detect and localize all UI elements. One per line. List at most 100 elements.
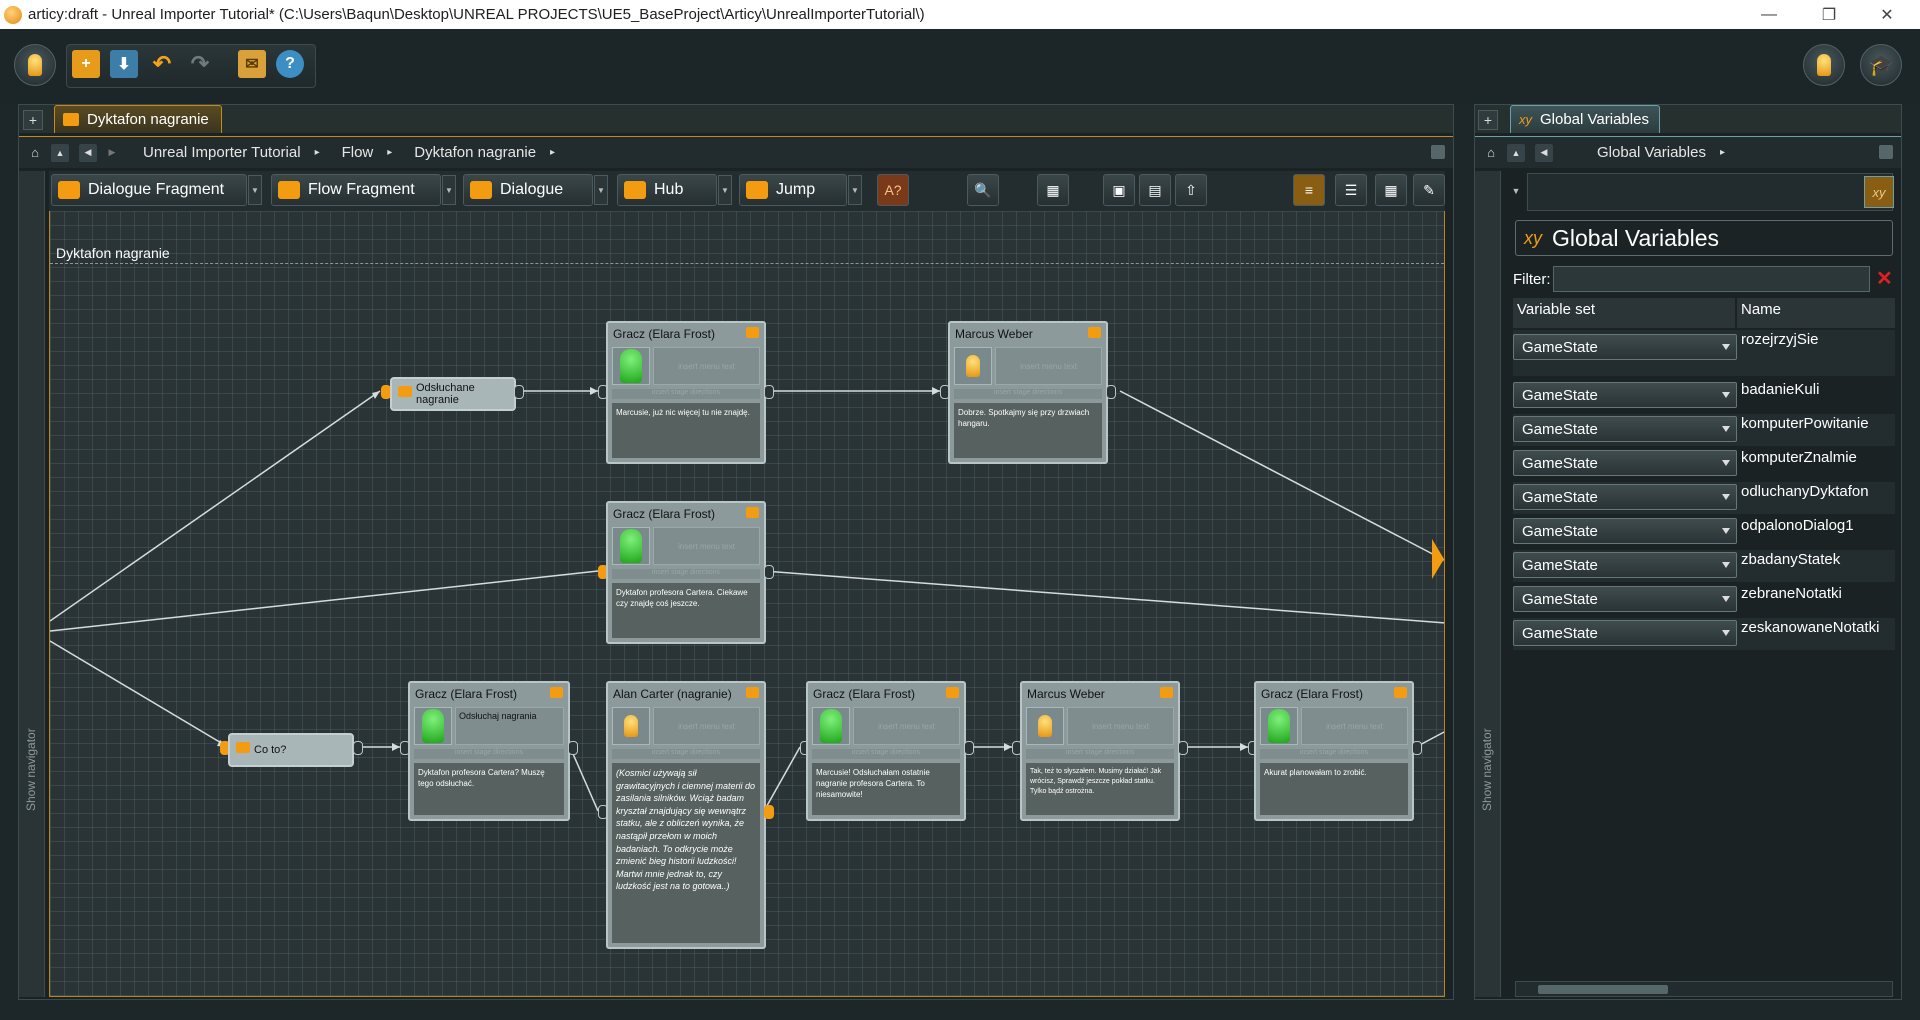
chevron-down-icon[interactable]: ▼ xyxy=(848,175,862,205)
output-pin[interactable] xyxy=(568,741,578,755)
output-pin[interactable] xyxy=(1106,385,1116,399)
user-menu-button[interactable] xyxy=(14,44,56,86)
add-image-icon[interactable]: ▣ xyxy=(1103,174,1135,206)
add-tab-button[interactable]: + xyxy=(1478,110,1498,130)
jump-tool[interactable]: Jump ▼ xyxy=(739,174,862,206)
layout-icon[interactable]: ≡ xyxy=(1293,174,1325,206)
stage-directions[interactable]: insert stage directions xyxy=(612,569,760,579)
chevron-down-icon[interactable]: ▼ xyxy=(248,175,262,205)
column-header-name[interactable]: Name xyxy=(1737,298,1895,328)
account-button[interactable] xyxy=(1803,44,1845,86)
upload-icon[interactable]: ⇧ xyxy=(1175,174,1207,206)
variable-row[interactable]: GameState badanieKuli xyxy=(1513,380,1895,412)
stage-directions[interactable]: insert stage directions xyxy=(612,389,760,399)
variable-name[interactable]: komputerPowitanie xyxy=(1741,415,1869,432)
right-navigator[interactable]: Show navigator xyxy=(1475,171,1501,997)
close-button[interactable]: ✕ xyxy=(1864,0,1910,29)
flow-fragment-tool[interactable]: Flow Fragment ▼ xyxy=(271,174,456,206)
horizontal-scrollbar[interactable] xyxy=(1515,981,1893,997)
dialogue-fragment-tool[interactable]: Dialogue Fragment ▼ xyxy=(51,174,262,206)
fit-to-screen-icon[interactable]: ▦ xyxy=(1037,174,1069,206)
list-view-icon[interactable]: ☰ xyxy=(1335,174,1367,206)
up-button[interactable]: ▲ xyxy=(1507,143,1525,162)
chevron-down-icon[interactable]: ▼ xyxy=(442,175,456,205)
breadcrumb-separator[interactable]: ▸ xyxy=(550,147,555,158)
variable-row[interactable]: GameState komputerZnalmie xyxy=(1513,448,1895,480)
breadcrumb-item[interactable]: Global Variables xyxy=(1597,144,1706,161)
breadcrumb-separator[interactable]: ▸ xyxy=(315,147,320,158)
output-pin[interactable] xyxy=(1412,741,1422,755)
rss-icon[interactable] xyxy=(1879,145,1893,159)
variable-set-select[interactable]: GameState xyxy=(1513,552,1737,578)
variable-row[interactable]: GameState zbadanyStatek xyxy=(1513,550,1895,582)
dialogue-text[interactable]: Tak, też to słyszałem. Musimy działać! J… xyxy=(1026,763,1174,815)
stage-directions[interactable]: insert stage directions xyxy=(812,749,960,759)
forward-button[interactable]: ▶ xyxy=(103,144,121,162)
dialogue-fragment-node[interactable]: Gracz (Elara Frost) insert menu text ins… xyxy=(606,501,766,644)
filter-input[interactable] xyxy=(1553,266,1870,292)
stage-directions[interactable]: insert stage directions xyxy=(414,749,564,759)
breadcrumb-separator[interactable]: ▸ xyxy=(1720,147,1725,158)
breadcrumb-item[interactable]: Dyktafon nagranie xyxy=(414,144,536,161)
hub-node-odsluchane[interactable]: Odsłuchane nagranie xyxy=(390,377,516,411)
menu-text[interactable]: insert menu text xyxy=(653,527,760,565)
stage-directions[interactable]: insert stage directions xyxy=(1260,749,1408,759)
add-tab-button[interactable]: + xyxy=(23,110,43,130)
output-pin[interactable] xyxy=(1178,741,1188,755)
variable-name[interactable]: rozejrzyjSie xyxy=(1741,331,1819,348)
menu-text[interactable]: insert menu text xyxy=(853,707,960,745)
stage-directions[interactable]: insert stage directions xyxy=(1026,749,1174,759)
dialogue-fragment-node[interactable]: Marcus Weber insert menu text insert sta… xyxy=(948,321,1108,464)
dialogue-text[interactable]: Dyktafon profesora Cartera. Ciekawe czy … xyxy=(612,583,760,638)
variable-set-select[interactable]: GameState xyxy=(1513,518,1737,544)
variable-set-select[interactable]: GameState xyxy=(1513,484,1737,510)
redo-button[interactable]: ↷ xyxy=(186,50,214,78)
variable-row[interactable]: GameState zeskanowaneNotatki xyxy=(1513,618,1895,650)
variable-set-select[interactable]: GameState xyxy=(1513,382,1737,408)
dialogue-fragment-node[interactable]: Alan Carter (nagranie) insert menu text … xyxy=(606,681,766,949)
variable-row[interactable]: GameState odluchanyDyktafon xyxy=(1513,482,1895,514)
menu-text[interactable]: insert menu text xyxy=(653,347,760,385)
variable-name[interactable]: komputerZnalmie xyxy=(1741,449,1857,466)
variable-row[interactable]: GameState zebraneNotatki xyxy=(1513,584,1895,616)
up-button[interactable]: ▲ xyxy=(51,143,69,162)
variable-name[interactable]: zebraneNotatki xyxy=(1741,585,1842,602)
home-icon[interactable]: ⌂ xyxy=(1481,143,1501,163)
output-pin[interactable] xyxy=(764,805,774,819)
export-xps-icon[interactable]: ▤ xyxy=(1139,174,1171,206)
dialogue-text[interactable]: Akurat planowałam to zrobić. xyxy=(1260,763,1408,815)
variable-set-select[interactable]: GameState xyxy=(1513,586,1737,612)
scrollbar-thumb[interactable] xyxy=(1538,985,1668,994)
undo-button[interactable]: ↶ xyxy=(148,50,176,78)
grid-view-icon[interactable]: ▦ xyxy=(1375,174,1407,206)
academy-button[interactable]: 🎓 xyxy=(1860,44,1902,86)
output-pin[interactable] xyxy=(764,565,774,579)
chevron-down-icon[interactable]: ▼ xyxy=(594,175,608,205)
stage-directions[interactable]: insert stage directions xyxy=(612,749,760,759)
dialogue-fragment-node[interactable]: Marcus Weber insert menu text insert sta… xyxy=(1020,681,1180,821)
breadcrumb-item[interactable]: Unreal Importer Tutorial xyxy=(143,144,301,161)
variable-name[interactable]: odpalonoDialog1 xyxy=(1741,517,1854,534)
output-pin[interactable] xyxy=(764,385,774,399)
variables-view-icon[interactable]: xy xyxy=(1864,176,1894,208)
spellcheck-button[interactable]: A? xyxy=(877,174,909,206)
menu-text[interactable]: insert menu text xyxy=(1301,707,1408,745)
dialogue-tool[interactable]: Dialogue ▼ xyxy=(463,174,608,206)
variable-row[interactable]: GameState komputerPowitanie xyxy=(1513,414,1895,446)
dialogue-fragment-node[interactable]: Gracz (Elara Frost) Odsłuchaj nagrania i… xyxy=(408,681,570,821)
variable-set-select[interactable]: GameState xyxy=(1513,334,1737,360)
mail-button[interactable]: ✉ xyxy=(238,50,266,78)
variable-name[interactable]: odluchanyDyktafon xyxy=(1741,483,1869,500)
properties-icon[interactable]: ✎ xyxy=(1413,174,1445,206)
home-icon[interactable]: ⌂ xyxy=(25,143,45,163)
variable-name[interactable]: badanieKuli xyxy=(1741,381,1819,398)
restore-button[interactable]: ❐ xyxy=(1806,0,1852,29)
dialogue-text[interactable]: Dyktafon profesora Cartera? Muszę tego o… xyxy=(414,763,564,815)
dialogue-fragment-node[interactable]: Gracz (Elara Frost) insert menu text ins… xyxy=(1254,681,1414,821)
new-button[interactable]: + xyxy=(72,50,100,78)
menu-text[interactable]: Odsłuchaj nagrania xyxy=(455,707,564,745)
column-header-variable-set[interactable]: Variable set xyxy=(1513,298,1735,328)
minimize-button[interactable]: — xyxy=(1746,0,1792,29)
flow-canvas[interactable]: Dyktafon nagranie Odsłuchane nagranie Gr… xyxy=(49,211,1445,997)
dialogue-text[interactable]: Marcusie! Odsłuchałam ostatnie nagranie … xyxy=(812,763,960,815)
